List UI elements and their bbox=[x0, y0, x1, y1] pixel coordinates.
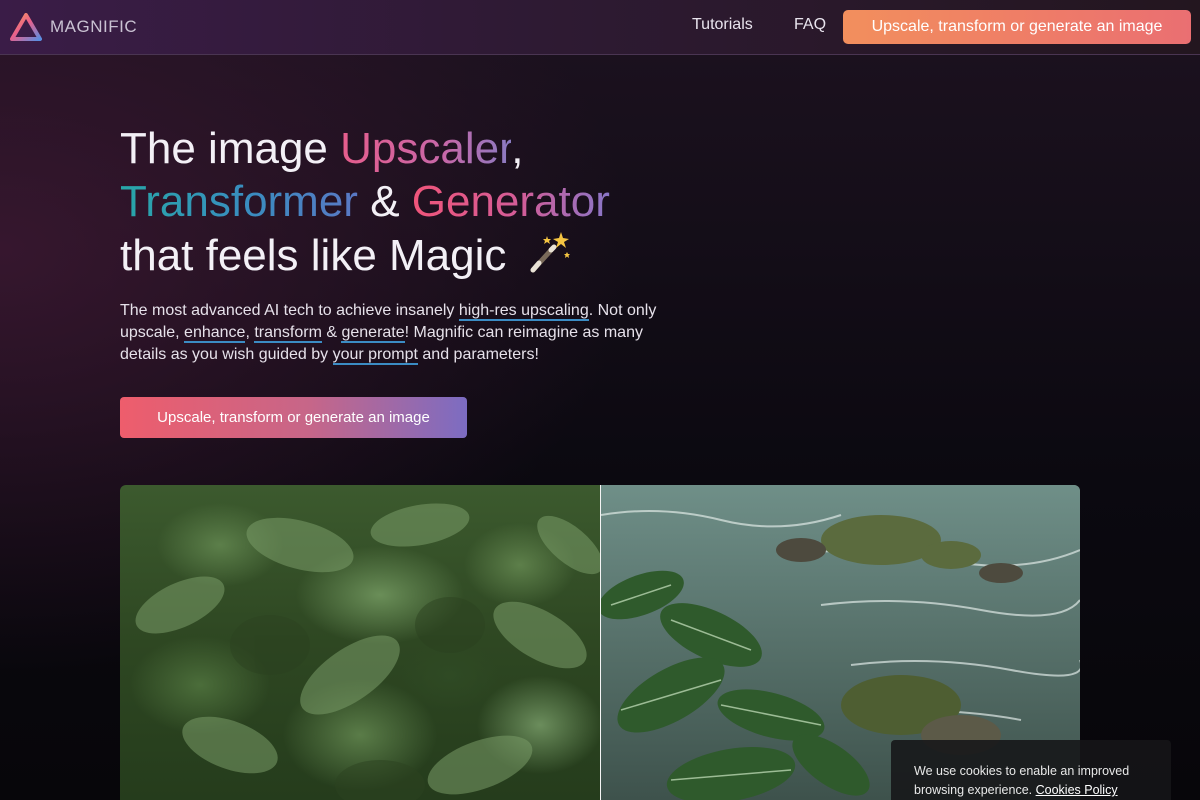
brand-logo[interactable]: MAGNIFIC bbox=[10, 13, 137, 41]
title-transformer: Transformer bbox=[120, 177, 358, 226]
link-generate[interactable]: generate bbox=[341, 324, 405, 343]
desc-text: & bbox=[321, 324, 342, 341]
hero-description: The most advanced AI tech to achieve ins… bbox=[120, 300, 680, 366]
brand-name: MAGNIFIC bbox=[50, 17, 138, 36]
top-nav: MAGNIFIC Tutorials FAQ Upscale, transfor… bbox=[0, 0, 1200, 55]
title-magic: that feels like Magic bbox=[120, 231, 507, 280]
title-upscaler: Upscaler bbox=[340, 124, 512, 173]
nav-cta-button[interactable]: Upscale, transform or generate an image bbox=[843, 10, 1191, 44]
title-comma: , bbox=[511, 124, 524, 173]
leaves-blur-illustration bbox=[135, 503, 600, 800]
link-transform[interactable]: transform bbox=[254, 324, 322, 343]
before-image-blurry-leaves bbox=[120, 485, 600, 800]
hero-title: The image Upscaler, Transformer & Genera… bbox=[120, 122, 820, 282]
link-enhance[interactable]: enhance bbox=[184, 324, 246, 343]
cookies-policy-link[interactable]: Cookies Policy bbox=[1036, 783, 1118, 797]
title-generator: Generator bbox=[411, 177, 610, 226]
title-ampersand: & bbox=[357, 177, 412, 226]
page: MAGNIFIC Tutorials FAQ Upscale, transfor… bbox=[0, 0, 1200, 800]
nav-link-tutorials[interactable]: Tutorials bbox=[692, 16, 753, 34]
link-your-prompt[interactable]: your prompt bbox=[332, 346, 418, 365]
hero-cta-button[interactable]: Upscale, transform or generate an image bbox=[120, 397, 467, 438]
link-high-res-upscaling[interactable]: high-res upscaling bbox=[458, 302, 589, 321]
magic-wand-icon bbox=[530, 232, 570, 273]
desc-text: The most advanced AI tech to achieve ins… bbox=[120, 302, 459, 319]
title-text: The image bbox=[120, 124, 341, 173]
desc-text: , bbox=[245, 324, 255, 341]
desc-text: and parameters! bbox=[417, 346, 539, 363]
triangle-logo-icon bbox=[10, 13, 42, 41]
nav-link-faq[interactable]: FAQ bbox=[794, 16, 826, 34]
cookie-banner: We use cookies to enable an improved bro… bbox=[891, 740, 1171, 800]
